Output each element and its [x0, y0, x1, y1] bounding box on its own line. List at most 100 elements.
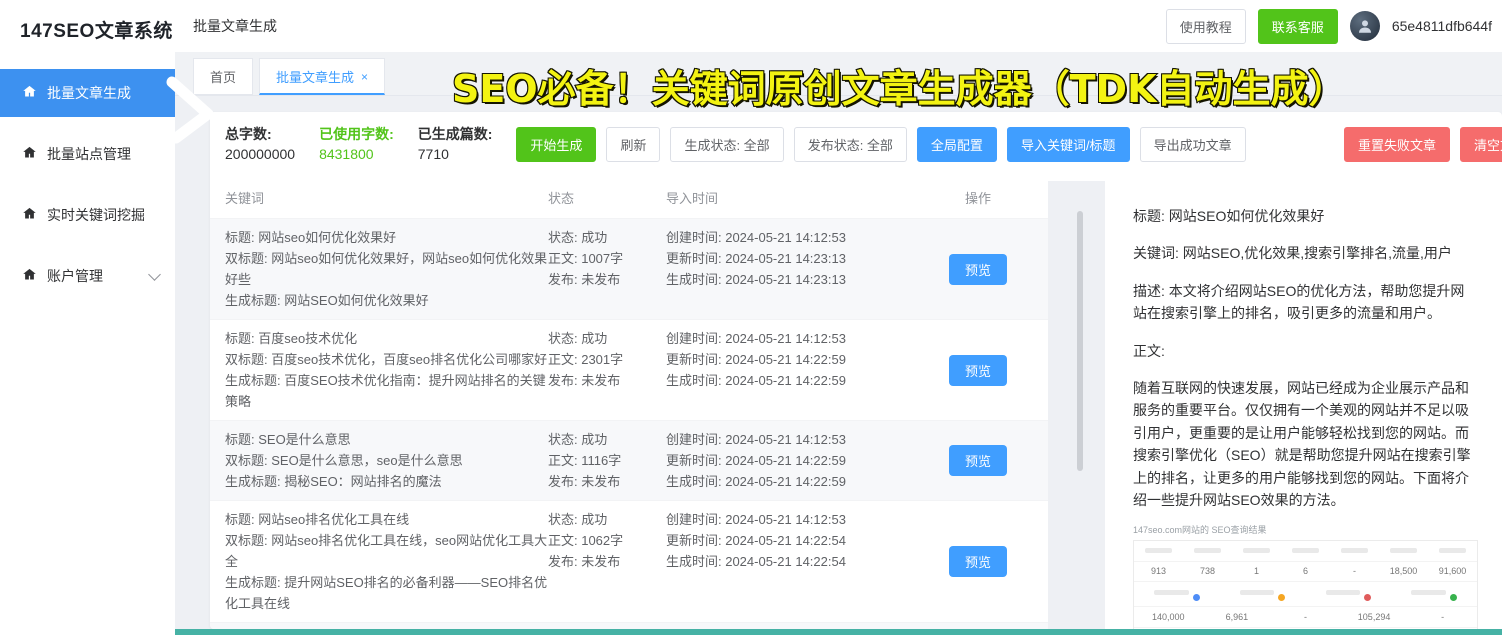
row-created: 创建时间: 2024-05-21 14:12:53	[666, 432, 846, 447]
embed-cell: 913	[1150, 566, 1167, 577]
stat-label: 已生成篇数:	[417, 126, 493, 142]
row-created: 创建时间: 2024-05-21 14:12:53	[666, 331, 846, 346]
row-status: 状态: 成功	[548, 230, 608, 245]
row-generated: 生成时间: 2024-05-21 14:22:59	[666, 373, 846, 388]
tab-batch-article[interactable]: 批量文章生成 ×	[259, 58, 386, 95]
sidebar-item-label: 批量站点管理	[47, 146, 131, 162]
row-double-title: 双标题: 网站seo如何优化效果好，网站seo如何优化效果好些	[225, 251, 548, 287]
tutorial-button[interactable]: 使用教程	[1165, 8, 1246, 44]
row-title: 标题: SEO是什么意思	[225, 432, 351, 447]
home-icon	[22, 84, 37, 102]
tab-label: 批量文章生成	[276, 70, 355, 85]
stat-used-words: 已使用字数: 8431800	[319, 124, 394, 164]
stat-value: 200000000	[225, 146, 296, 162]
embed-cell: -	[1353, 566, 1356, 577]
sidebar-item-account[interactable]: 账户管理	[0, 252, 175, 300]
import-keywords-button[interactable]: 导入关键词/标题	[1006, 126, 1130, 162]
stat-total-words: 总字数: 200000000	[225, 124, 295, 164]
embedded-seo-screenshot: 147seo.com网站的 SEO查询结果 913 738 1 6 - 18,5…	[1133, 523, 1478, 635]
embed-caption: 147seo.com网站的 SEO查询结果	[1133, 525, 1267, 536]
preview-button[interactable]: 预览	[948, 445, 1007, 476]
row-updated: 更新时间: 2024-05-21 14:22:59	[666, 453, 846, 468]
user-id: 65e4811dfb644f	[1391, 18, 1492, 34]
row-generated: 生成时间: 2024-05-21 14:23:13	[666, 272, 846, 287]
sidebar-item-label: 实时关键词挖掘	[47, 207, 145, 223]
row-generated-title: 生成标题: 提升网站SEO排名的必备利器——SEO排名优化工具在线	[225, 575, 548, 611]
embed-cell: 1	[1253, 566, 1259, 577]
refresh-button[interactable]: 刷新	[606, 126, 661, 162]
row-status: 状态: 成功	[548, 512, 608, 527]
col-action: 操作	[964, 191, 991, 206]
row-status: 状态: 成功	[548, 331, 608, 346]
global-config-button[interactable]: 全局配置	[916, 126, 997, 162]
close-tab-icon[interactable]: ×	[361, 70, 368, 84]
promo-headline: SEO必备！关键词原创文章生成器（TDK自动生成）	[451, 66, 1348, 112]
sidebar-item-batch-article[interactable]: 批量文章生成	[0, 69, 175, 117]
row-publish: 发布: 未发布	[548, 272, 621, 287]
sidebar-item-label: 批量文章生成	[47, 85, 131, 101]
vertical-scrollbar[interactable]	[1077, 211, 1083, 471]
embed-cell: 105,294	[1357, 611, 1391, 622]
breadcrumb: 批量文章生成	[193, 18, 277, 34]
row-wordcount: 正文: 1116字	[548, 453, 622, 468]
row-publish: 发布: 未发布	[548, 554, 621, 569]
row-updated: 更新时间: 2024-05-21 14:23:13	[666, 251, 846, 266]
sidebar-item-site-manage[interactable]: 批量站点管理	[0, 130, 175, 178]
col-keyword: 关键词	[225, 191, 265, 206]
top-bar: 批量文章生成 使用教程 联系客服 65e4811dfb644f	[175, 0, 1502, 52]
col-status: 状态	[548, 191, 575, 206]
row-publish: 发布: 未发布	[548, 373, 621, 388]
row-wordcount: 正文: 1062字	[548, 533, 624, 548]
article-preview-panel: 标题: 网站SEO如何优化效果好 关键词: 网站SEO,优化效果,搜索引擎排名,…	[1105, 181, 1502, 635]
360-icon	[1364, 593, 1372, 601]
embed-cell: 738	[1199, 566, 1216, 577]
sidebar: 147SEO文章系统 批量文章生成 批量站点管理 实时关键词挖掘 账户管理	[0, 0, 175, 635]
sogou-icon	[1278, 593, 1286, 601]
row-double-title: 双标题: SEO是什么意思，seo是什么意思	[225, 453, 463, 468]
row-updated: 更新时间: 2024-05-21 14:22:59	[666, 352, 846, 367]
preview-body-label: 正文:	[1133, 342, 1165, 359]
avatar[interactable]	[1349, 11, 1380, 41]
publish-status-select[interactable]: 发布状态: 全部	[793, 126, 907, 162]
row-double-title: 双标题: 网站seo排名优化工具在线，seo网站优化工具大全	[225, 533, 548, 569]
row-created: 创建时间: 2024-05-21 14:12:53	[666, 230, 846, 245]
app-window: 147SEO文章系统 批量文章生成 批量站点管理 实时关键词挖掘 账户管理 批量…	[0, 0, 1502, 635]
preview-description-line: 描述: 本文将介绍网站SEO的优化方法，帮助您提升网站在搜索引擎上的排名，吸引更…	[1133, 282, 1465, 322]
contact-support-button[interactable]: 联系客服	[1257, 8, 1338, 44]
sidebar-item-keyword-mining[interactable]: 实时关键词挖掘	[0, 191, 175, 239]
home-icon	[22, 145, 37, 163]
main-content: 总字数: 200000000 已使用字数: 8431800 已生成篇数: 771…	[175, 96, 1502, 635]
row-generated: 生成时间: 2024-05-21 14:22:59	[666, 474, 846, 489]
sidebar-nav: 批量文章生成 批量站点管理 实时关键词挖掘 账户管理	[0, 69, 175, 300]
preview-title-line: 标题: 网站SEO如何优化效果好	[1133, 208, 1325, 224]
row-title: 标题: 百度seo技术优化	[225, 331, 358, 346]
stats-toolbar: 总字数: 200000000 已使用字数: 8431800 已生成篇数: 771…	[210, 112, 1502, 174]
preview-button[interactable]: 预览	[948, 354, 1007, 386]
embed-header-row	[1134, 541, 1477, 561]
row-generated-title: 生成标题: 网站SEO如何优化效果好	[225, 293, 429, 308]
row-wordcount: 正文: 1007字	[548, 251, 624, 266]
row-publish: 发布: 未发布	[548, 474, 621, 489]
preview-button[interactable]: 预览	[948, 546, 1007, 577]
embed-stats-row: 913 738 1 6 - 18,500 91,600	[1134, 560, 1477, 581]
stat-value: 8431800	[319, 146, 374, 162]
stat-generated-count: 已生成篇数: 7710	[418, 124, 493, 164]
row-generated-title: 生成标题: 揭秘SEO：网站排名的魔法	[225, 474, 442, 489]
embed-data-row: 140,000 6,961 - 105,294 -	[1134, 606, 1477, 626]
preview-button[interactable]: 预览	[948, 253, 1007, 285]
tab-home[interactable]: 首页	[193, 58, 254, 95]
row-title: 标题: 网站seo如何优化效果好	[225, 230, 397, 245]
export-success-button[interactable]: 导出成功文章	[1139, 126, 1246, 162]
row-generated: 生成时间: 2024-05-21 14:22:54	[666, 554, 846, 569]
row-double-title: 双标题: 百度seo技术优化，百度seo排名优化公司哪家好	[225, 352, 548, 367]
row-title: 标题: 网站seo排名优化工具在线	[225, 512, 410, 527]
clear-articles-button[interactable]: 清空文章	[1459, 126, 1502, 162]
embed-cell: 18,500	[1389, 566, 1418, 577]
generate-status-select[interactable]: 生成状态: 全部	[670, 126, 784, 162]
row-updated: 更新时间: 2024-05-21 14:22:54	[666, 533, 846, 548]
reset-failed-button[interactable]: 重置失败文章	[1343, 126, 1450, 162]
start-generate-button[interactable]: 开始生成	[516, 126, 597, 162]
embed-cell: 6,961	[1225, 611, 1249, 622]
sidebar-item-label: 账户管理	[47, 268, 103, 284]
preview-keywords-line: 关键词: 网站SEO,优化效果,搜索引擎排名,流量,用户	[1133, 245, 1452, 262]
